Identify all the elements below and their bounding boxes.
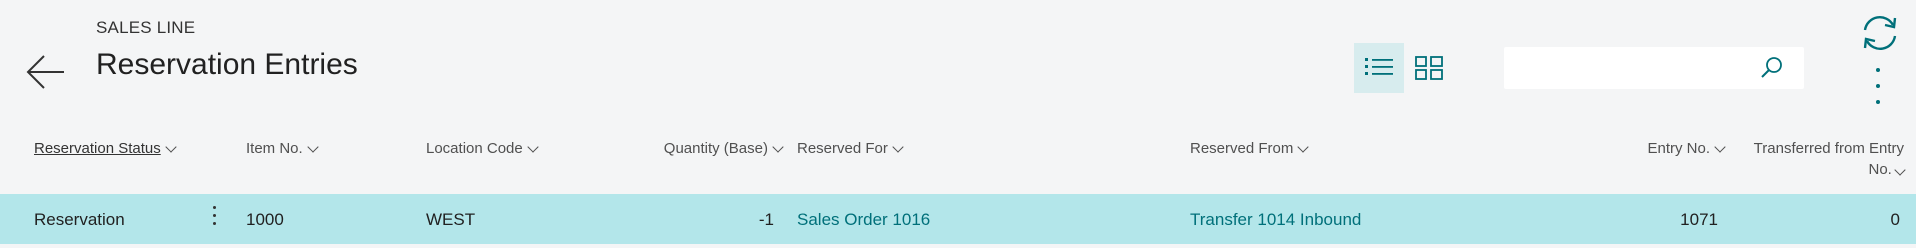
cell-reservation-status: Reservation	[34, 210, 125, 229]
chevron-down-icon	[1297, 140, 1310, 153]
cell-location-code: WEST	[426, 210, 476, 229]
more-options-button[interactable]	[1866, 68, 1890, 110]
more-vertical-icon-dot	[212, 222, 216, 225]
column-header-label: Reserved For	[797, 140, 888, 157]
column-header-label: No.	[1868, 161, 1892, 178]
column-header-reservation-status[interactable]: Reservation Status	[34, 140, 177, 157]
row-actions-button[interactable]	[208, 206, 220, 232]
list-view-button[interactable]	[1354, 43, 1404, 93]
column-header-label: Entry No.	[1647, 140, 1710, 157]
chevron-down-icon	[1894, 164, 1906, 176]
page-title: Reservation Entries	[96, 48, 358, 81]
column-header-label: Transferred from Entry	[1753, 140, 1904, 157]
search-box[interactable]	[1504, 47, 1804, 89]
cell-reserved-for-link[interactable]: Sales Order 1016	[797, 210, 930, 230]
column-header-quantity-base[interactable]: Quantity (Base)	[600, 140, 784, 157]
cell-entry-no: 1071	[1680, 210, 1718, 229]
column-header-reserved-for[interactable]: Reserved For	[797, 140, 904, 157]
column-header-label: Reservation Status	[34, 140, 161, 157]
column-header-label: Item No.	[246, 140, 303, 157]
cell-reserved-from-link[interactable]: Transfer 1014 Inbound	[1190, 210, 1361, 230]
arrow-left-icon	[26, 55, 64, 89]
column-header-item-no[interactable]: Item No.	[246, 140, 319, 157]
tile-view-button[interactable]	[1404, 43, 1454, 93]
column-header-transferred-from-entry-no[interactable]: Transferred from Entry No.	[1704, 138, 1906, 180]
back-button[interactable]	[24, 50, 68, 94]
search-input[interactable]	[1504, 47, 1768, 87]
column-header-reserved-from[interactable]: Reserved From	[1190, 140, 1310, 157]
chevron-down-icon	[307, 140, 319, 153]
refresh-icon	[1863, 16, 1897, 50]
refresh-button[interactable]	[1859, 12, 1901, 54]
more-vertical-icon	[212, 206, 216, 209]
chevron-down-icon	[527, 140, 539, 153]
column-header-label: Quantity (Base)	[663, 140, 768, 157]
cell-transferred-from-entry-no: 0	[1890, 210, 1900, 229]
more-vertical-icon-dot	[1876, 100, 1880, 104]
cell-item-no: 1000	[246, 210, 284, 229]
chevron-down-icon	[892, 140, 904, 153]
column-header-location-code[interactable]: Location Code	[426, 140, 539, 157]
more-vertical-icon	[1876, 68, 1880, 72]
column-header-entry-no[interactable]: Entry No.	[1560, 140, 1726, 157]
more-vertical-icon-dot	[1876, 84, 1880, 88]
page-caption: SALES LINE	[96, 18, 196, 37]
column-header-label: Reserved From	[1190, 140, 1294, 157]
more-vertical-icon-dot	[212, 214, 216, 217]
chevron-down-icon	[772, 140, 784, 153]
tile-view-icon	[1415, 56, 1443, 80]
cell-quantity-base: -1	[758, 210, 774, 229]
column-header-label: Location Code	[426, 140, 523, 157]
search-icon[interactable]	[1760, 56, 1784, 80]
list-view-icon	[1365, 58, 1393, 75]
chevron-down-icon	[165, 140, 177, 153]
